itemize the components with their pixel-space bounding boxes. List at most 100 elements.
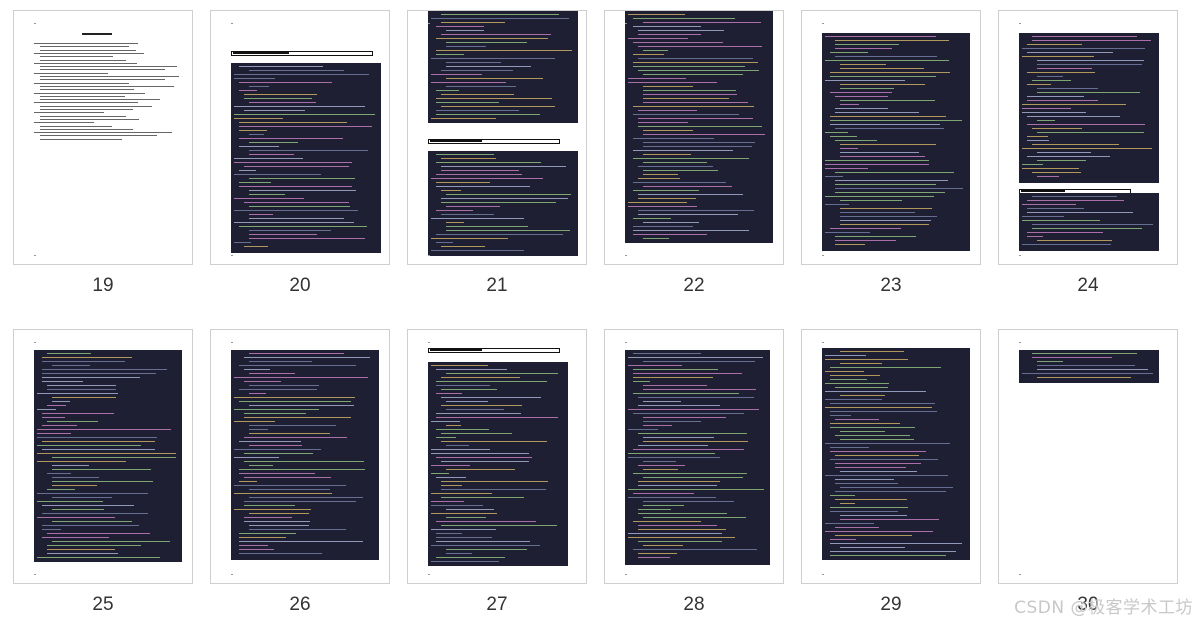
code-text-line (52, 365, 90, 366)
code-text-line (1022, 104, 1126, 105)
code-text-line (249, 385, 319, 386)
code-text-line (643, 186, 732, 187)
code-text-line (643, 238, 669, 239)
code-text-line (446, 66, 531, 67)
code-text-line (239, 553, 322, 554)
code-text-line (431, 218, 524, 219)
page-preview[interactable] (801, 10, 981, 265)
code-text-line (633, 114, 739, 115)
section-heading-mark (231, 51, 373, 56)
page-preview[interactable] (604, 10, 784, 265)
code-text-line (234, 158, 303, 159)
code-text-line (830, 447, 869, 448)
code-text-line (239, 541, 363, 542)
code-text-line (431, 453, 529, 454)
page-preview[interactable] (407, 329, 587, 584)
code-text-line (835, 40, 949, 41)
code-text-line (1027, 136, 1048, 137)
code-text-line (1037, 88, 1098, 89)
page-preview[interactable] (998, 10, 1178, 265)
page-preview[interactable] (407, 10, 587, 265)
code-text-line (633, 449, 744, 450)
code-text-line (431, 513, 497, 514)
code-text-line (1032, 144, 1119, 145)
code-text-line (1022, 164, 1043, 165)
code-text-line (825, 355, 866, 356)
code-text-line (835, 455, 919, 456)
code-text-line (835, 419, 879, 420)
code-text-line (840, 88, 894, 89)
code-text-line (1037, 132, 1144, 133)
page-number-label: 22 (683, 275, 705, 296)
code-text-line (249, 429, 268, 430)
code-text-line (1032, 224, 1153, 225)
page-preview[interactable] (998, 329, 1178, 584)
code-text-line (441, 397, 541, 398)
code-text-line (244, 477, 331, 478)
code-text-line (643, 134, 765, 135)
reference-text-line (40, 125, 112, 127)
code-text-line (436, 242, 453, 243)
code-text-line (840, 64, 886, 65)
code-text-line (47, 353, 91, 354)
page-margin-mark (428, 23, 430, 24)
code-text-line (835, 184, 936, 185)
reference-text-line (40, 59, 126, 61)
code-text-line (825, 168, 868, 169)
code-text-line (1037, 120, 1055, 121)
code-text-line (446, 425, 461, 426)
code-text-line (249, 405, 354, 406)
code-text-line (249, 525, 309, 526)
code-text-line (239, 82, 332, 83)
code-block (625, 11, 773, 243)
code-text-line (633, 353, 701, 354)
code-text-line (840, 200, 902, 201)
page-preview[interactable] (210, 329, 390, 584)
code-text-line (628, 409, 759, 410)
reference-text-line (34, 102, 138, 104)
code-text-line (643, 385, 707, 386)
code-text-line (835, 527, 879, 528)
code-text-line (830, 451, 926, 452)
page-margin-mark (625, 23, 627, 24)
code-text-line (638, 481, 720, 482)
page-preview[interactable] (801, 329, 981, 584)
code-text-line (643, 86, 693, 87)
reference-text-line (40, 138, 122, 140)
code-text-line (628, 357, 763, 358)
code-text-line (239, 170, 256, 171)
code-text-line (446, 30, 484, 31)
code-text-line (840, 395, 885, 396)
code-text-line (633, 377, 713, 378)
code-text-line (42, 417, 65, 418)
code-text-line (441, 497, 524, 498)
code-text-line (633, 493, 694, 494)
code-text-line (244, 94, 317, 95)
code-text-line (835, 387, 888, 388)
code-text-line (431, 238, 508, 239)
code-text-line (835, 180, 948, 181)
code-text-line (239, 473, 315, 474)
code-text-line (436, 393, 462, 394)
page-preview[interactable] (13, 10, 193, 265)
page-preview[interactable] (13, 329, 193, 584)
code-text-line (840, 547, 905, 548)
code-text-line (234, 78, 275, 79)
code-text-line (643, 174, 678, 175)
code-text-line (643, 146, 752, 147)
code-text-line (244, 166, 349, 167)
code-text-line (840, 212, 915, 213)
section-heading-mark (428, 348, 560, 353)
code-text-line (436, 26, 484, 27)
code-text-line (1032, 36, 1137, 37)
reference-text-line (40, 135, 157, 137)
page-preview[interactable] (210, 10, 390, 265)
page-number-label: 27 (486, 594, 508, 615)
code-text-line (244, 98, 312, 99)
code-text-line (628, 38, 688, 39)
code-text-line (825, 371, 864, 372)
code-text-line (643, 417, 726, 418)
page-preview[interactable] (604, 329, 784, 584)
code-text-line (234, 485, 346, 486)
code-text-line (840, 220, 931, 221)
